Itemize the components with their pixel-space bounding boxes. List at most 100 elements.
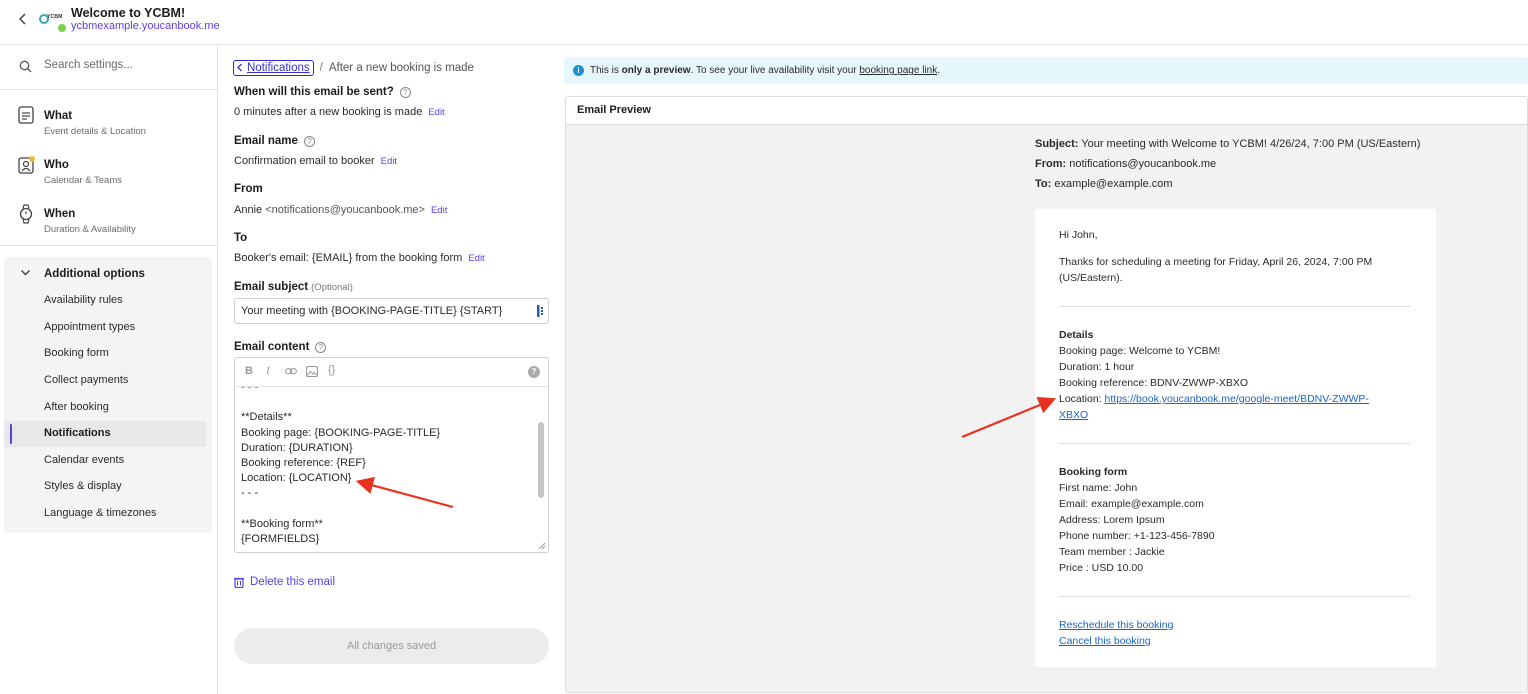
preview-info-banner: i This is only a preview. To see your li…	[564, 57, 1528, 84]
help-icon[interactable]: ?	[303, 135, 315, 147]
editor-help-icon[interactable]: ?	[528, 366, 540, 378]
breadcrumb-current: After a new booking is made	[328, 61, 474, 74]
sidebar-item-availability-rules[interactable]: Availability rules	[4, 288, 206, 314]
sidebar-item-what[interactable]: What Event details & Location	[0, 93, 217, 141]
location-link-cont[interactable]: XBXO	[1059, 409, 1088, 421]
save-status-button[interactable]: All changes saved	[234, 628, 549, 664]
resize-handle-icon[interactable]	[538, 542, 546, 550]
location-label: Location:	[1059, 393, 1105, 405]
from-value: notifications@youcanbook.me	[1069, 158, 1217, 170]
preview-from: From: notifications@youcanbook.me	[1035, 158, 1216, 170]
from-label: From	[234, 183, 263, 195]
link-icon[interactable]	[285, 367, 297, 376]
email-content-label: Email content?	[234, 341, 327, 353]
sidebar-item-sublabel: Event details & Location	[44, 126, 146, 137]
sidebar-item-label: What	[44, 110, 73, 122]
to-label: To	[234, 232, 247, 244]
divider	[1059, 443, 1411, 444]
to-value-text: Booker's email: {EMAIL} from the booking…	[234, 252, 463, 264]
editor-toolbar: B I {} ?	[235, 358, 548, 387]
reschedule-link[interactable]: Reschedule this booking	[1059, 619, 1173, 631]
sidebar-item-label: Who	[44, 159, 69, 171]
sidebar-item-booking-form[interactable]: Booking form	[4, 341, 206, 367]
email-content-editor[interactable]: - - - **Details** Booking page: {BOOKING…	[234, 357, 549, 553]
info-suffix: .	[937, 65, 940, 76]
sidebar-item-label: Appointment types	[44, 321, 136, 333]
breadcrumb-notifications-link[interactable]: Notifications	[233, 59, 314, 76]
editor-scrollbar[interactable]	[538, 422, 544, 498]
sidebar-item-collect-payments[interactable]: Collect payments	[4, 368, 206, 394]
image-icon[interactable]	[306, 366, 318, 377]
email-intro-line-1: Thanks for scheduling a meeting for Frid…	[1059, 256, 1373, 268]
sidebar-item-label: Styles & display	[44, 480, 122, 492]
watch-icon	[19, 204, 33, 224]
edit-from-button[interactable]: Edit	[431, 205, 447, 216]
code-braces-icon[interactable]: {}	[328, 364, 335, 376]
email-content-label-text: Email content	[234, 341, 310, 353]
email-body: Hi John, Thanks for scheduling a meeting…	[1035, 209, 1436, 667]
sidebar-item-calendar-events[interactable]: Calendar events	[4, 448, 206, 474]
sidebar-item-label: Notifications	[44, 427, 111, 439]
sidebar-item-who[interactable]: Who Calendar & Teams	[0, 142, 217, 190]
booking-page-link[interactable]: booking page link	[859, 65, 937, 76]
edit-when-button[interactable]: Edit	[428, 107, 444, 118]
additional-options-label: Additional options	[44, 268, 145, 280]
email-preview-panel: Email Preview Subject: Your meeting with…	[565, 96, 1528, 693]
sidebar-item-when[interactable]: When Duration & Availability	[0, 191, 217, 239]
page-title: Welcome to YCBM!	[71, 6, 186, 20]
to-label-text: To	[234, 232, 248, 244]
form-field: First name: John	[1059, 482, 1138, 494]
sidebar-item-styles-display[interactable]: Styles & display	[4, 474, 206, 500]
app-header: YCBM Welcome to YCBM! ycbmexample.youcan…	[0, 0, 1528, 45]
preview-to: To: example@example.com	[1035, 178, 1173, 190]
sidebar-item-after-booking[interactable]: After booking	[4, 395, 206, 421]
email-preview-title: Email Preview	[577, 104, 651, 116]
sidebar-item-label: Availability rules	[44, 294, 123, 306]
email-subject-input[interactable]: Your meeting with {BOOKING-PAGE-TITLE} {…	[234, 298, 549, 324]
help-icon[interactable]: ?	[399, 86, 411, 98]
bold-icon[interactable]: B	[245, 365, 253, 377]
reschedule-link-row: Reschedule this booking	[1059, 617, 1173, 633]
location-link[interactable]: https://book.youcanbook.me/google-meet/B…	[1105, 393, 1369, 405]
user-badge-icon	[18, 156, 35, 174]
cancel-link-row: Cancel this booking	[1059, 633, 1151, 649]
sidebar-item-language-timezones[interactable]: Language & timezones	[4, 501, 206, 527]
email-content-textarea[interactable]: - - - **Details** Booking page: {BOOKING…	[241, 380, 531, 547]
details-reference: Booking reference: BDNV-ZWWP-XBXO	[1059, 377, 1249, 389]
back-button[interactable]	[14, 10, 32, 28]
insert-variable-icon[interactable]	[536, 304, 546, 318]
breadcrumb-separator: /	[319, 61, 323, 74]
from-address: <notifications@youcanbook.me>	[265, 204, 425, 216]
italic-icon[interactable]: I	[266, 365, 270, 377]
to-value: Booker's email: {EMAIL} from the booking…	[234, 252, 485, 264]
sidebar-item-notifications[interactable]: Notifications	[4, 421, 206, 447]
details-booking-page: Booking page: Welcome to YCBM!	[1059, 345, 1221, 357]
search-bar	[0, 45, 217, 90]
chevron-left-icon	[237, 63, 242, 72]
booking-page-url[interactable]: ycbmexample.youcanbook.me	[71, 20, 220, 32]
search-input[interactable]	[44, 59, 204, 71]
details-heading: Details	[1059, 329, 1094, 341]
trash-icon	[234, 577, 244, 588]
sidebar-item-appointment-types[interactable]: Appointment types	[4, 315, 206, 341]
cancel-link[interactable]: Cancel this booking	[1059, 635, 1151, 647]
delete-email-button[interactable]: Delete this email	[234, 576, 335, 588]
subject-label: Subject:	[1035, 138, 1079, 150]
from-label: From:	[1035, 158, 1067, 170]
email-name-label-text: Email name	[234, 135, 298, 147]
help-icon[interactable]: ?	[315, 341, 327, 353]
edit-to-button[interactable]: Edit	[468, 253, 484, 264]
additional-options-toggle[interactable]: Additional options	[4, 257, 212, 289]
info-middle: . To see your live availability visit yo…	[690, 65, 860, 76]
form-field: Team member : Jackie	[1059, 546, 1165, 558]
when-value: 0 minutes after a new booking is made Edi…	[234, 106, 445, 118]
form-field: Phone number: +1-123-456-7890	[1059, 530, 1215, 542]
email-subject-value: Your meeting with {BOOKING-PAGE-TITLE} {…	[241, 305, 503, 317]
settings-sidebar: What Event details & Location Who Calend…	[0, 45, 218, 694]
email-subject-label-text: Email subject	[234, 281, 309, 293]
divider	[1059, 596, 1411, 597]
edit-email-name-button[interactable]: Edit	[381, 156, 397, 167]
info-prefix: This is	[590, 65, 622, 76]
email-name-value-text: Confirmation email to booker	[234, 155, 375, 167]
email-preview-header: Email Preview	[566, 97, 1527, 125]
